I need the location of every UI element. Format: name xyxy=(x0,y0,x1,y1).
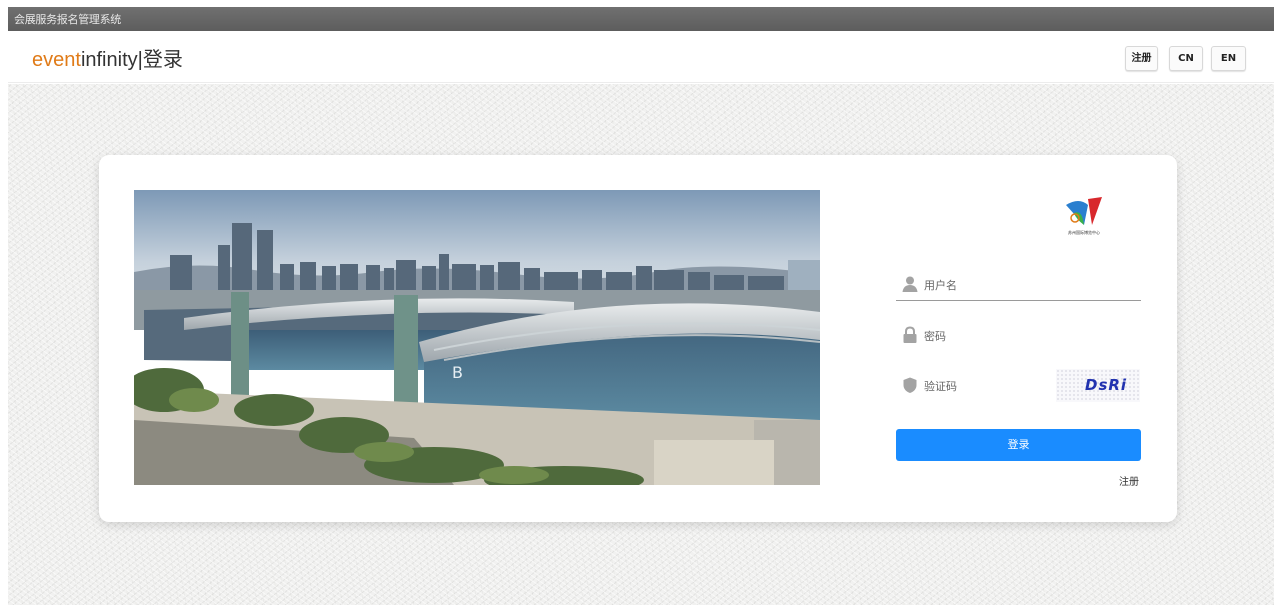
organization-logo: 苏州国际博览中心 xyxy=(1044,191,1124,246)
logo-caption: 苏州国际博览中心 xyxy=(1068,230,1100,235)
brand-title: eventinfinity|登录 xyxy=(32,48,183,72)
exhibition-center-photo: B xyxy=(134,190,820,485)
captcha-text: DsRi xyxy=(1085,376,1128,394)
register-link[interactable]: 注册 xyxy=(1119,473,1139,488)
header: eventinfinity|登录 注册 CN EN xyxy=(8,31,1274,83)
page: 会展服务报名管理系统 eventinfinity|登录 注册 CN EN B 苏… xyxy=(0,0,1274,605)
language-en-button[interactable]: EN xyxy=(1211,46,1246,71)
page-title: 登录 xyxy=(142,49,183,71)
brand-infinity: infinity xyxy=(80,49,138,71)
shield-icon xyxy=(903,377,917,393)
captcha-image[interactable]: DsRi xyxy=(1056,369,1140,402)
password-field[interactable]: 密码 xyxy=(896,319,1141,352)
register-button[interactable]: 注册 xyxy=(1125,46,1158,71)
username-field[interactable]: 用户名 xyxy=(896,268,1141,301)
password-placeholder: 密码 xyxy=(924,330,946,343)
window-title-bar: 会展服务报名管理系统 xyxy=(8,7,1274,31)
window-title: 会展服务报名管理系统 xyxy=(14,13,121,26)
user-icon xyxy=(902,276,918,292)
svg-text:B: B xyxy=(452,363,463,382)
lock-icon xyxy=(903,326,917,343)
brand-event: event xyxy=(32,49,81,71)
captcha-placeholder: 验证码 xyxy=(924,380,957,393)
login-button[interactable]: 登录 xyxy=(896,429,1141,461)
login-card: B 苏州国际博览中心 用户名 密码 验证码 DsRi 登录 注册 xyxy=(99,155,1177,522)
language-cn-button[interactable]: CN xyxy=(1169,46,1203,71)
username-placeholder: 用户名 xyxy=(924,279,957,292)
